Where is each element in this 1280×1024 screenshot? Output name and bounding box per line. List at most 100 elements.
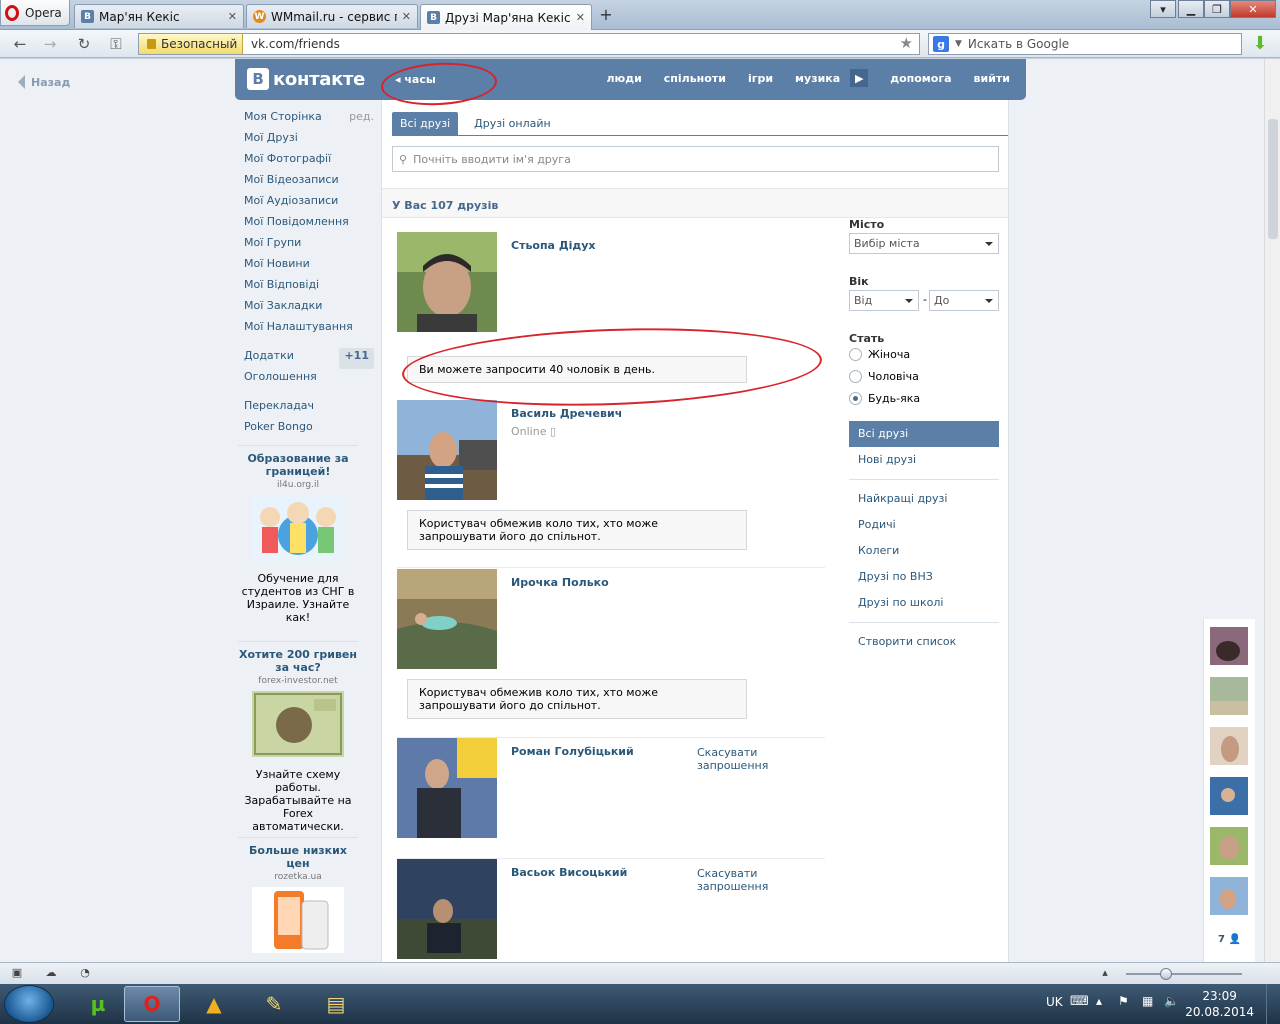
zoom-out-icon[interactable]: ▴	[1098, 967, 1112, 979]
friend-name[interactable]: Роман Голубіцький	[511, 745, 634, 758]
header-status[interactable]: ◂ часы	[395, 73, 436, 86]
friend-avatar[interactable]	[397, 859, 497, 959]
chevron-down-icon[interactable]: ▼	[955, 39, 962, 49]
browser-tab-2[interactable]: W WMmail.ru - сервис п... ✕	[246, 4, 418, 28]
sidebar-item-news[interactable]: Мої Новини	[244, 256, 374, 277]
cancel-invite-link[interactable]: Скасувати запрошення	[697, 867, 825, 893]
nav-communities[interactable]: спільноти	[664, 72, 726, 87]
scrollbar-thumb[interactable]	[1268, 119, 1278, 239]
back-link[interactable]: Назад	[18, 75, 70, 89]
list-relatives[interactable]: Родичі	[849, 512, 999, 538]
nav-people[interactable]: люди	[606, 72, 641, 87]
keyboard-icon[interactable]: ⌨	[1070, 994, 1089, 1009]
language-indicator[interactable]: UK	[1046, 995, 1063, 1009]
utorrent-icon[interactable]: µ	[70, 986, 126, 1022]
reload-icon[interactable]: ↻	[74, 35, 94, 53]
url-field[interactable]: Безопасный vk.com/friends ★	[138, 33, 920, 55]
tab-close-icon[interactable]: ✕	[228, 10, 237, 23]
sidebar-item-ads[interactable]: Оголошення	[244, 369, 374, 390]
list-colleagues[interactable]: Колеги	[849, 538, 999, 564]
taskbar-clock[interactable]: 23:09 20.08.2014	[1185, 988, 1254, 1020]
sidebar-item-poker[interactable]: Poker Bongo	[244, 419, 374, 440]
friend-search-input[interactable]: ⚲ Почніть вводити ім'я друга	[392, 146, 999, 172]
tab-list-icon[interactable]: ▾	[1150, 0, 1176, 18]
sidebar-item-messages[interactable]: Мої Повідомлення	[244, 214, 374, 235]
online-friend-avatar[interactable]	[1210, 827, 1248, 865]
start-button-icon[interactable]	[4, 985, 54, 1023]
gender-female-radio[interactable]: Жіноча	[849, 348, 910, 361]
gender-male-radio[interactable]: Чоловіча	[849, 370, 919, 383]
browser-tab-1[interactable]: B Мар'ян Кекіс ✕	[74, 4, 244, 28]
sidebar-edit-link[interactable]: ред.	[349, 109, 374, 130]
ad-title[interactable]: Больше низких цен	[238, 844, 358, 870]
ad-image-banknote[interactable]	[252, 691, 344, 757]
browser-tab-3-active[interactable]: B Друзі Мар'яна Кекіса |... ✕	[420, 4, 592, 30]
ad-image-phones[interactable]	[252, 887, 344, 953]
online-friend-avatar[interactable]	[1210, 727, 1248, 765]
friend-avatar[interactable]	[397, 569, 497, 669]
search-field[interactable]: g ▼ Искать в Google	[928, 33, 1242, 55]
opera-taskbar-icon[interactable]: O	[124, 986, 180, 1022]
list-best-friends[interactable]: Найкращі друзі	[849, 486, 999, 512]
nav-help[interactable]: допомога	[890, 72, 951, 87]
close-window-icon[interactable]: ✕	[1230, 0, 1276, 18]
network-icon[interactable]: ▦	[1142, 994, 1153, 1008]
vertical-scrollbar[interactable]	[1264, 59, 1280, 962]
list-new-friends[interactable]: Нові друзі	[849, 447, 999, 473]
sidebar-item-audio[interactable]: Мої Аудіозаписи	[244, 193, 374, 214]
cancel-invite-link[interactable]: Скасувати запрошення	[697, 746, 825, 772]
key-icon[interactable]: ⚿	[106, 35, 126, 53]
play-arrow-icon[interactable]: ▶	[850, 69, 869, 87]
friend-name[interactable]: Васьок Висоцький	[511, 866, 627, 879]
tab-all-friends[interactable]: Всі друзі	[392, 112, 459, 136]
ad-title[interactable]: Образование за границей!	[238, 452, 358, 478]
create-list-link[interactable]: Створити список	[849, 629, 999, 655]
friend-name[interactable]: Стьопа Дідух	[511, 239, 596, 252]
aimp-icon[interactable]: ▲	[186, 986, 242, 1022]
sidebar-item-friends[interactable]: Мої Друзі	[244, 130, 374, 151]
tab-close-icon[interactable]: ✕	[402, 10, 411, 23]
nav-logout[interactable]: вийти	[974, 72, 1010, 87]
sidebar-item-replies[interactable]: Мої Відповіді	[244, 277, 374, 298]
download-icon[interactable]: ⬇	[1250, 33, 1270, 55]
nav-music[interactable]: музика	[795, 72, 840, 87]
explorer-folder-icon[interactable]: ▤	[308, 986, 364, 1022]
vk-logo[interactable]: B контакте	[247, 68, 365, 90]
age-from-select[interactable]: Від	[849, 290, 919, 311]
list-all-friends[interactable]: Всі друзі	[849, 421, 999, 447]
online-friend-avatar[interactable]	[1210, 777, 1248, 815]
age-to-select[interactable]: До	[929, 290, 999, 311]
sidebar-item-settings[interactable]: Мої Налаштування	[244, 319, 374, 340]
nav-games[interactable]: ігри	[748, 72, 773, 87]
ad-title[interactable]: Хотите 200 гривен за час?	[238, 648, 358, 674]
zoom-slider-knob[interactable]	[1160, 968, 1172, 980]
forward-arrow-icon[interactable]: →	[40, 35, 60, 53]
speed-dial-icon[interactable]: ◔	[78, 967, 92, 979]
ad-block-2[interactable]: Хотите 200 гривен за час? forex-investor…	[238, 641, 358, 833]
list-school-friends[interactable]: Друзі по школі	[849, 590, 999, 616]
sidebar-item-apps[interactable]: Додатки +11	[244, 348, 374, 369]
ad-block-3[interactable]: Больше низких цен rozetka.ua	[238, 837, 358, 956]
back-arrow-icon[interactable]: ←	[10, 35, 30, 53]
online-friend-avatar[interactable]	[1210, 877, 1248, 915]
online-count[interactable]: 7 👤	[1218, 934, 1241, 945]
paint-icon[interactable]: ✎	[246, 986, 302, 1022]
restore-icon[interactable]: ❐	[1204, 0, 1230, 18]
volume-icon[interactable]: 🔈	[1164, 994, 1179, 1008]
zoom-slider-track[interactable]	[1126, 973, 1242, 975]
cloud-icon[interactable]: ☁	[44, 967, 58, 979]
sidebar-item-my-page[interactable]: Моя Сторінка ред.	[244, 109, 374, 130]
tray-expand-icon[interactable]: ▴	[1096, 994, 1102, 1008]
new-tab-plus-icon[interactable]: +	[596, 7, 616, 25]
online-friend-avatar[interactable]	[1210, 677, 1248, 715]
show-desktop-button[interactable]	[1266, 984, 1280, 1024]
list-university-friends[interactable]: Друзі по ВНЗ	[849, 564, 999, 590]
action-center-flag-icon[interactable]: ⚑	[1118, 994, 1129, 1008]
friend-avatar[interactable]	[397, 738, 497, 838]
tab-friends-online[interactable]: Друзі онлайн	[466, 112, 559, 136]
friend-name[interactable]: Ирочка Полько	[511, 576, 609, 589]
sidebar-item-groups[interactable]: Мої Групи	[244, 235, 374, 256]
city-select[interactable]: Вибір міста	[849, 233, 999, 254]
minimize-icon[interactable]: ▁	[1178, 0, 1204, 18]
sidebar-item-translator[interactable]: Перекладач	[244, 398, 374, 419]
